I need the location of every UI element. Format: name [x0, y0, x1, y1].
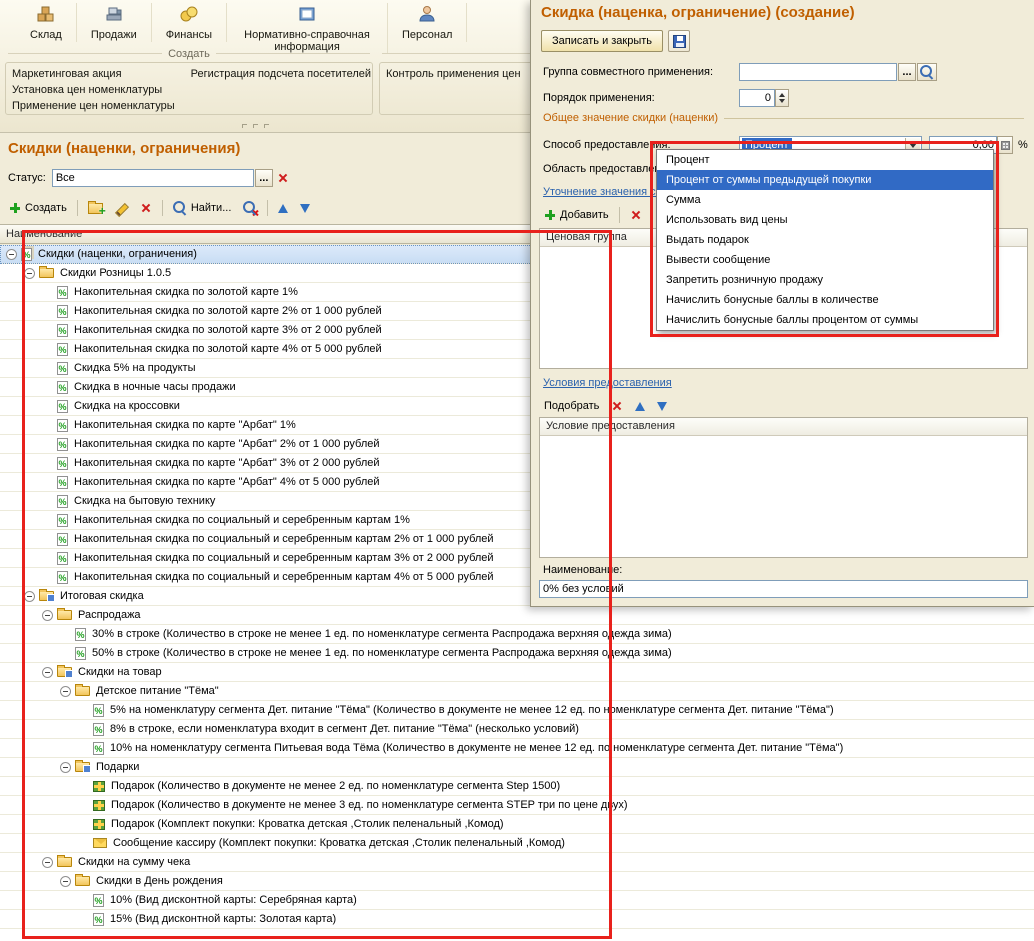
edit-button[interactable]: [110, 199, 133, 218]
add-icon: [9, 202, 21, 214]
save-and-close-button[interactable]: Записать и закрыть: [541, 30, 663, 52]
tab-label: Склад: [30, 29, 62, 41]
group-create-title: Создать: [168, 48, 210, 60]
cash-register-icon: [104, 4, 124, 27]
conditions-table[interactable]: Условие предоставления: [539, 417, 1028, 558]
coins-icon: [179, 4, 199, 27]
ribbon-group-create: Создать Маркетинговая акция Установка це…: [2, 47, 376, 121]
create-label: Создать: [25, 202, 67, 214]
find-button[interactable]: Найти...: [168, 198, 237, 218]
delete-button[interactable]: [135, 199, 157, 217]
order-input[interactable]: 0: [739, 89, 775, 107]
annotation-rectangle-dropdown: [650, 141, 999, 337]
delete-x-icon: [630, 209, 642, 221]
section-common-value: Общее значение скидки (наценки): [543, 112, 1024, 124]
delete-x-icon: [140, 202, 152, 214]
arrow-down-icon: [657, 402, 667, 411]
name-input[interactable]: 0% без условий: [539, 580, 1028, 598]
create-folder-button[interactable]: [83, 200, 108, 217]
arrow-up-icon: [278, 204, 288, 213]
toolbar-separator: [77, 200, 78, 216]
screen: Склад Продажи Финансы Нормативно-справоч…: [0, 0, 1034, 941]
create-button[interactable]: Создать: [4, 199, 72, 217]
search-icon: [920, 65, 934, 79]
tab-label: Персонал: [402, 29, 453, 41]
person-icon: [417, 4, 437, 27]
list-toolbar: Создать Найти...: [4, 196, 315, 220]
tab-label: Финансы: [166, 29, 212, 41]
status-value: Все: [56, 172, 75, 184]
percent-sign: %: [1018, 139, 1028, 151]
tab-sklad[interactable]: Склад: [16, 3, 77, 42]
annotation-rectangle-tree: [22, 230, 612, 939]
toolbar-separator: [267, 200, 268, 216]
delete-x-icon: [611, 400, 623, 412]
pencil-icon: [115, 202, 128, 215]
status-row: Статус: Все: [8, 168, 289, 188]
ellipsis-icon: [259, 172, 268, 184]
toolbar-separator: [162, 200, 163, 216]
tab-prodazhi[interactable]: Продажи: [77, 3, 152, 42]
link-price-setting[interactable]: Установка цен номенклатуры: [12, 82, 175, 98]
search-icon: [173, 201, 187, 215]
cancel-search-button[interactable]: [238, 198, 262, 218]
add-row-label: Добавить: [560, 209, 609, 221]
cancel-search-icon: [243, 201, 257, 215]
tab-label: Продажи: [91, 29, 137, 41]
status-label: Статус:: [8, 172, 46, 184]
status-select-button[interactable]: [255, 169, 273, 187]
ribbon-grip: [242, 124, 269, 128]
tab-personal[interactable]: Персонал: [388, 3, 468, 42]
group-apply-select-button[interactable]: [898, 63, 916, 81]
dialog-title: Скидка (наценка, ограничение) (создание): [541, 4, 855, 21]
add-icon: [544, 209, 556, 221]
calculator-button[interactable]: [997, 136, 1013, 154]
dialog-button-row: Записать и закрыть: [541, 30, 690, 52]
delete-row-button[interactable]: [625, 206, 647, 224]
add-row-button[interactable]: Добавить: [539, 206, 614, 224]
calculator-icon: [1001, 141, 1010, 150]
condition-column-header[interactable]: Условие предоставления: [540, 418, 1027, 436]
floppy-icon: [673, 35, 686, 48]
link-price-apply[interactable]: Применение цен номенклатуры: [12, 98, 175, 114]
price-group-toolbar: Добавить: [539, 204, 647, 226]
folder-plus-icon: [88, 203, 103, 214]
order-spinner[interactable]: [775, 89, 789, 107]
condition-up-button[interactable]: [630, 399, 650, 414]
move-down-button[interactable]: [295, 201, 315, 216]
status-clear-button[interactable]: [277, 172, 289, 184]
page-title: Скидки (наценки, ограничения): [8, 140, 240, 157]
arrow-up-icon: [635, 402, 645, 411]
tab-finansy[interactable]: Финансы: [152, 3, 227, 42]
ellipsis-icon: [902, 66, 911, 78]
group-apply-label: Группа совместного применения:: [543, 66, 713, 78]
toolbar-separator: [619, 207, 620, 223]
expand-toggle-icon[interactable]: [6, 249, 17, 260]
save-button[interactable]: [668, 30, 690, 52]
warehouse-icon: [36, 4, 56, 27]
move-up-button[interactable]: [273, 201, 293, 216]
status-combobox[interactable]: Все: [52, 169, 254, 187]
refine-value-link[interactable]: Уточнение значения ски: [543, 186, 667, 198]
group-apply-input[interactable]: [739, 63, 897, 81]
group-apply-search-button[interactable]: [917, 63, 937, 81]
find-label: Найти...: [191, 202, 232, 214]
order-label: Порядок применения:: [543, 92, 655, 104]
link-price-control[interactable]: Контроль применения цен: [386, 66, 521, 82]
condition-down-button[interactable]: [652, 399, 672, 414]
link-visitor-registration[interactable]: Регистрация подсчета посетителей: [191, 66, 371, 82]
reference-book-icon: [297, 4, 317, 27]
link-marketing-action[interactable]: Маркетинговая акция: [12, 66, 175, 82]
arrow-down-icon: [300, 204, 310, 213]
